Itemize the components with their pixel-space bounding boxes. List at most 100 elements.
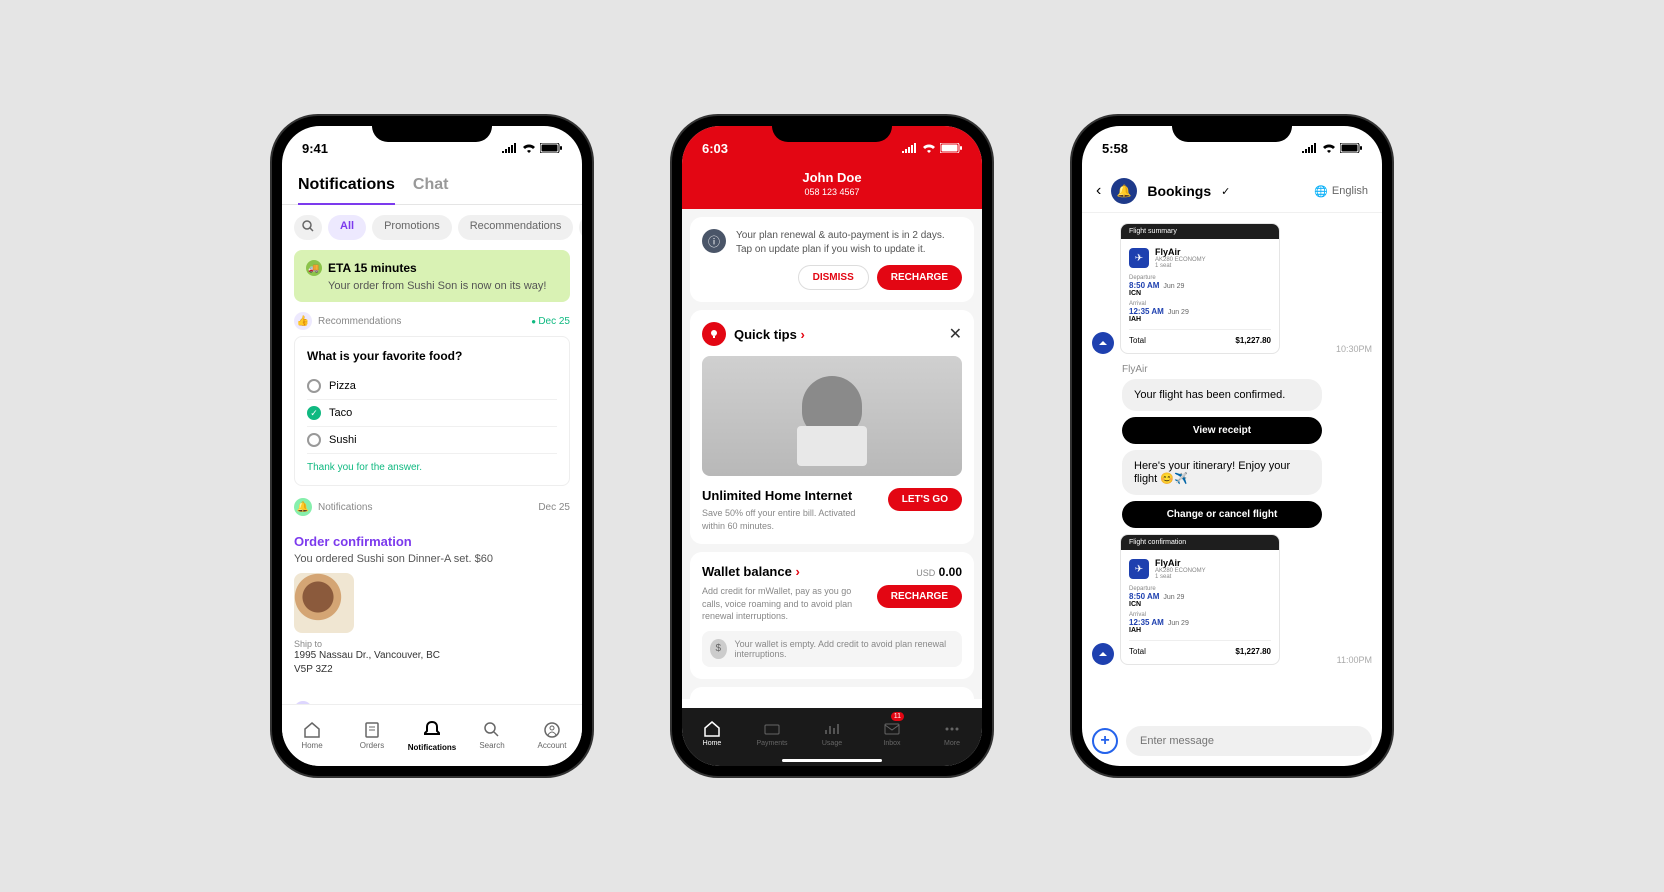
bulb-icon [702,322,726,346]
usage-icon [823,720,841,738]
nav-home[interactable]: Home [282,705,342,766]
account-icon [543,721,561,739]
nav-usage[interactable]: Usage [802,708,862,758]
radio-checked-icon [307,406,321,420]
dep-date: Jun 29 [1163,594,1184,601]
status-icons [502,143,562,153]
thumbs-up-icon: 👍 [294,312,312,330]
user-phone: 058 123 4567 [682,187,982,197]
wallet-recharge-button[interactable]: RECHARGE [877,585,962,608]
content-scroll[interactable]: 🚚ETA 15 minutes Your order from Sushi So… [282,250,582,720]
change-cancel-button[interactable]: Change or cancel flight [1122,501,1322,528]
promo-title: Unlimited Home Internet [702,488,862,503]
top-tabs: Notifications Chat [282,170,582,205]
search-icon[interactable] [294,215,322,240]
bot-avatar-icon [1092,332,1114,354]
chip-promotions[interactable]: Promotions [372,215,452,240]
nav-inbox[interactable]: 11Inbox [862,708,922,758]
itinerary-message: Here's your itinerary! Enjoy your flight… [1122,450,1322,495]
chip-recommendations[interactable]: Recommendations [458,215,574,240]
inbox-icon [883,720,901,738]
rec-label: Recommendations [318,316,525,327]
filter-chips: All Promotions Recommendations Ann [282,205,582,250]
airline-logo-icon: ✈ [1129,559,1149,579]
seat-count: 1 seat [1155,263,1206,269]
message-time: 11:00PM [1337,655,1372,665]
nav-notifications[interactable]: Notifications [402,705,462,766]
dismiss-button[interactable]: DISMISS [798,265,869,290]
close-icon[interactable]: ✕ [949,324,962,344]
bot-avatar-icon [1092,643,1114,665]
add-attachment-button[interactable]: + [1092,728,1118,754]
card-header: Flight summary [1121,224,1279,239]
status-icons [902,143,962,153]
chip-all[interactable]: All [328,215,366,240]
airline-logo-icon: ✈ [1129,248,1149,268]
inbox-badge: 11 [891,712,904,721]
wallet-amount: USD 0.00 [916,565,962,579]
tab-chat[interactable]: Chat [413,170,449,204]
poll-option-sushi[interactable]: Sushi [307,427,557,454]
flight-summary-card[interactable]: Flight summary ✈ FlyAirAK280 ECONOMY1 se… [1120,223,1280,354]
nav-home[interactable]: Home [682,708,742,758]
chip-announcements[interactable]: Ann [579,215,582,240]
chat-title: Bookings [1147,183,1211,199]
wallet-title[interactable]: Wallet balance › [702,564,800,579]
chevron-right-icon: › [800,327,804,342]
user-header: John Doe 058 123 4567 [682,170,982,209]
order-card[interactable]: Order confirmation You ordered Sushi son… [294,522,570,689]
content-scroll[interactable]: ⓘ Your plan renewal & auto-payment is in… [682,209,982,699]
airline-name: FlyAir [1155,247,1206,257]
promo-image [702,356,962,476]
plan-card[interactable]: Your plan USD 35.00 [690,687,974,699]
bell-icon: 🔔 [294,498,312,516]
rec-date: Dec 25 [531,316,570,327]
more-icon [943,720,961,738]
chevron-right-icon: › [795,564,799,579]
ship-address-line1: 1995 Nassau Dr., Vancouver, BC [294,649,570,663]
language-selector[interactable]: 🌐English [1314,185,1368,198]
view-receipt-button[interactable]: View receipt [1122,417,1322,444]
bottom-nav: Home Orders Notifications Search Account [282,704,582,766]
user-name: John Doe [682,170,982,185]
nav-more[interactable]: More [922,708,982,758]
status-time: 5:58 [1102,141,1128,156]
back-icon[interactable]: ‹ [1096,182,1101,200]
message-input[interactable] [1126,726,1372,756]
order-subtitle: You ordered Sushi son Dinner-A set. $60 [294,553,570,565]
dep-code: ICN [1129,290,1271,297]
chat-scroll[interactable]: Flight summary ✈ FlyAirAK280 ECONOMY1 se… [1082,213,1382,718]
eta-subtitle: Your order from Sushi Son is now on its … [328,280,558,292]
dep-date: Jun 29 [1163,283,1184,290]
wallet-empty-notice: $ Your wallet is empty. Add credit to av… [702,631,962,667]
order-title: Order confirmation [294,534,570,549]
renewal-alert-card: ⓘ Your plan renewal & auto-payment is in… [690,217,974,302]
nav-orders[interactable]: Orders [342,705,402,766]
wallet-card: Wallet balance › USD 0.00 Add credit for… [690,552,974,679]
payments-icon [763,720,781,738]
tab-notifications[interactable]: Notifications [298,170,395,204]
alert-text: Your plan renewal & auto-payment is in 2… [736,229,962,257]
lets-go-button[interactable]: LET'S GO [888,488,962,511]
poll-option-pizza[interactable]: Pizza [307,373,557,400]
poll-option-taco[interactable]: Taco [307,400,557,427]
airline-name: FlyAir [1155,558,1206,568]
home-icon [703,720,721,738]
total-label: Total [1129,336,1146,345]
bell-avatar-icon: 🔔 [1111,178,1137,204]
chat-header: ‹ 🔔 Bookings ✓ 🌐English [1082,170,1382,213]
flight-confirmation-card[interactable]: Flight confirmation ✈ FlyAirAK280 ECONOM… [1120,534,1280,665]
nav-payments[interactable]: Payments [742,708,802,758]
message-input-row: + [1092,726,1372,756]
arr-date: Jun 29 [1168,309,1189,316]
nav-search[interactable]: Search [462,705,522,766]
phone-bookings-app: 5:58 ‹ 🔔 Bookings ✓ 🌐English Flight summ… [1072,116,1392,776]
nav-account[interactable]: Account [522,705,582,766]
recharge-button[interactable]: RECHARGE [877,265,962,290]
confirmation-message: Your flight has been confirmed. [1122,379,1322,411]
status-time: 9:41 [302,141,328,156]
eta-banner[interactable]: 🚚ETA 15 minutes Your order from Sushi So… [294,250,570,302]
globe-icon: 🌐 [1314,185,1328,198]
tips-title[interactable]: Quick tips › [734,327,941,342]
arr-time: 12:35 AM [1129,618,1164,627]
